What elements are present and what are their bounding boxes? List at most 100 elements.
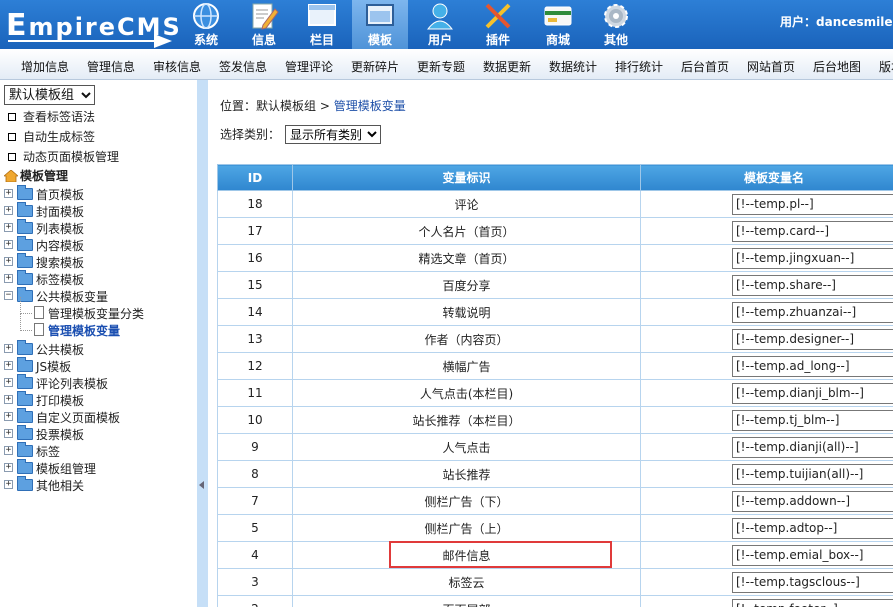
row-var-name-input[interactable] (732, 490, 893, 512)
menu-review-info[interactable]: 审核信息 (153, 58, 201, 75)
breadcrumb: 位置：默认模板组 > 管理模板变量 (220, 97, 406, 114)
row-var-label[interactable]: 作者（内容页） (292, 325, 641, 353)
nav-info[interactable]: 信息 (236, 0, 292, 49)
empirecms-logo[interactable]: EmpireCMS (6, 6, 180, 48)
row-var-name-input[interactable] (732, 598, 893, 607)
col-id-header[interactable]: ID (217, 164, 293, 191)
menu-update-topics[interactable]: 更新专题 (417, 58, 465, 75)
row-id: 4 (217, 541, 293, 569)
menu-data-stats[interactable]: 数据统计 (549, 58, 597, 75)
menu-sign-info[interactable]: 签发信息 (219, 58, 267, 75)
row-var-name-cell (640, 271, 893, 299)
expand-icon: + (4, 394, 13, 404)
row-id: 13 (217, 325, 293, 353)
link-dynamic-page-template[interactable]: 动态页面模板管理 (8, 148, 119, 166)
row-var-label[interactable]: 百度分享 (292, 271, 641, 299)
row-var-name-input[interactable] (732, 382, 893, 404)
nav-plugin[interactable]: 插件 (470, 0, 526, 49)
row-id: 11 (217, 379, 293, 407)
folder-icon (17, 374, 33, 389)
row-var-label[interactable]: 站长推荐 (292, 460, 641, 488)
folder-icon (17, 425, 33, 440)
category-select[interactable]: 显示所有类别 (285, 125, 382, 144)
row-var-name-input[interactable] (732, 220, 893, 242)
row-var-name-input[interactable] (732, 355, 893, 377)
nav-label: 栏目 (309, 33, 334, 47)
row-id: 2 (217, 595, 293, 607)
nav-label: 系统 (193, 33, 218, 47)
row-var-label[interactable]: 站长推荐（本栏目） (292, 406, 641, 434)
category-label: 选择类别： (220, 127, 281, 142)
menu-admin-map[interactable]: 后台地图 (813, 58, 861, 75)
table-row: 10 站长推荐（本栏目） (217, 406, 893, 434)
row-var-name-cell (640, 325, 893, 353)
row-var-label[interactable]: 页面尾部 (292, 595, 641, 607)
link-tag-syntax[interactable]: 查看标签语法 (8, 108, 95, 126)
row-id: 15 (217, 271, 293, 299)
nav-label: 模板 (367, 33, 392, 47)
row-var-label[interactable]: 人气点击(本栏目) (292, 379, 641, 407)
nav-system[interactable]: 系统 (178, 0, 234, 49)
row-var-label[interactable]: 精选文章（首页） (292, 244, 641, 272)
row-id: 12 (217, 352, 293, 380)
table-row: 5 侧栏广告（上） (217, 514, 893, 542)
row-var-label[interactable]: 个人名片（首页） (292, 217, 641, 245)
nav-user[interactable]: 用户 (412, 0, 468, 49)
col-var-label-header[interactable]: 变量标识 (292, 164, 641, 191)
template-group-select[interactable]: 默认模板组 (4, 85, 95, 105)
nav-other[interactable]: 其他 (588, 0, 644, 49)
menu-add-info[interactable]: 增加信息 (21, 58, 69, 75)
expand-icon: + (4, 411, 13, 421)
menu-rank-stats[interactable]: 排行统计 (615, 58, 663, 75)
nav-shop[interactable]: 商城 (530, 0, 586, 49)
row-var-name-input[interactable] (732, 571, 893, 593)
row-var-name-input[interactable] (732, 517, 893, 539)
row-var-label[interactable]: 侧栏广告（下） (292, 487, 641, 515)
nav-label: 用户 (427, 33, 452, 47)
row-var-name-input[interactable] (732, 436, 893, 458)
menu-manage-comments[interactable]: 管理评论 (285, 58, 333, 75)
menu-update-fragments[interactable]: 更新碎片 (351, 58, 399, 75)
collapse-arrow-icon[interactable] (199, 481, 204, 489)
row-var-name-input[interactable] (732, 193, 893, 215)
row-var-name-input[interactable] (732, 301, 893, 323)
nav-label: 信息 (251, 33, 276, 47)
row-var-label[interactable]: 转载说明 (292, 298, 641, 326)
row-var-name-input[interactable] (732, 328, 893, 350)
expand-icon: + (4, 479, 13, 489)
breadcrumb-link-manage-vars[interactable]: 管理模板变量 (334, 99, 406, 113)
row-var-label[interactable]: 人气点击 (292, 433, 641, 461)
row-id: 14 (217, 298, 293, 326)
row-var-name-input[interactable] (732, 274, 893, 296)
col-var-name-header[interactable]: 模板变量名 (640, 164, 893, 191)
link-auto-generate-tag[interactable]: 自动生成标签 (8, 128, 95, 146)
row-id: 10 (217, 406, 293, 434)
sidebar-splitter[interactable] (197, 80, 208, 607)
row-var-name-input[interactable] (732, 463, 893, 485)
menu-admin-home[interactable]: 后台首页 (681, 58, 729, 75)
row-var-label[interactable]: 侧栏广告（上） (292, 514, 641, 542)
table-row: 8 站长推荐 (217, 460, 893, 488)
row-var-label[interactable]: 标签云 (292, 568, 641, 596)
row-id: 17 (217, 217, 293, 245)
menu-update-data[interactable]: 数据更新 (483, 58, 531, 75)
credit-card-icon (544, 6, 572, 26)
menu-manage-info[interactable]: 管理信息 (87, 58, 135, 75)
nav-column[interactable]: 栏目 (294, 0, 350, 49)
row-id: 5 (217, 514, 293, 542)
row-var-name-input[interactable] (732, 544, 893, 566)
row-var-label[interactable]: 横幅广告 (292, 352, 641, 380)
menu-site-home[interactable]: 网站首页 (747, 58, 795, 75)
folder-icon (17, 408, 33, 423)
row-var-name-input[interactable] (732, 409, 893, 431)
expand-icon: + (4, 377, 13, 387)
table-row: 15 百度分享 (217, 271, 893, 299)
menu-version[interactable]: 版本 (879, 58, 893, 75)
table-row: 14 转载说明 (217, 298, 893, 326)
row-var-name-input[interactable] (732, 247, 893, 269)
row-var-name-cell (640, 298, 893, 326)
row-var-label[interactable]: 评论 (292, 190, 641, 218)
table-header-row: ID 变量标识 模板变量名 (217, 164, 893, 191)
expand-icon: + (4, 222, 13, 232)
nav-template[interactable]: 模板 (352, 0, 408, 49)
